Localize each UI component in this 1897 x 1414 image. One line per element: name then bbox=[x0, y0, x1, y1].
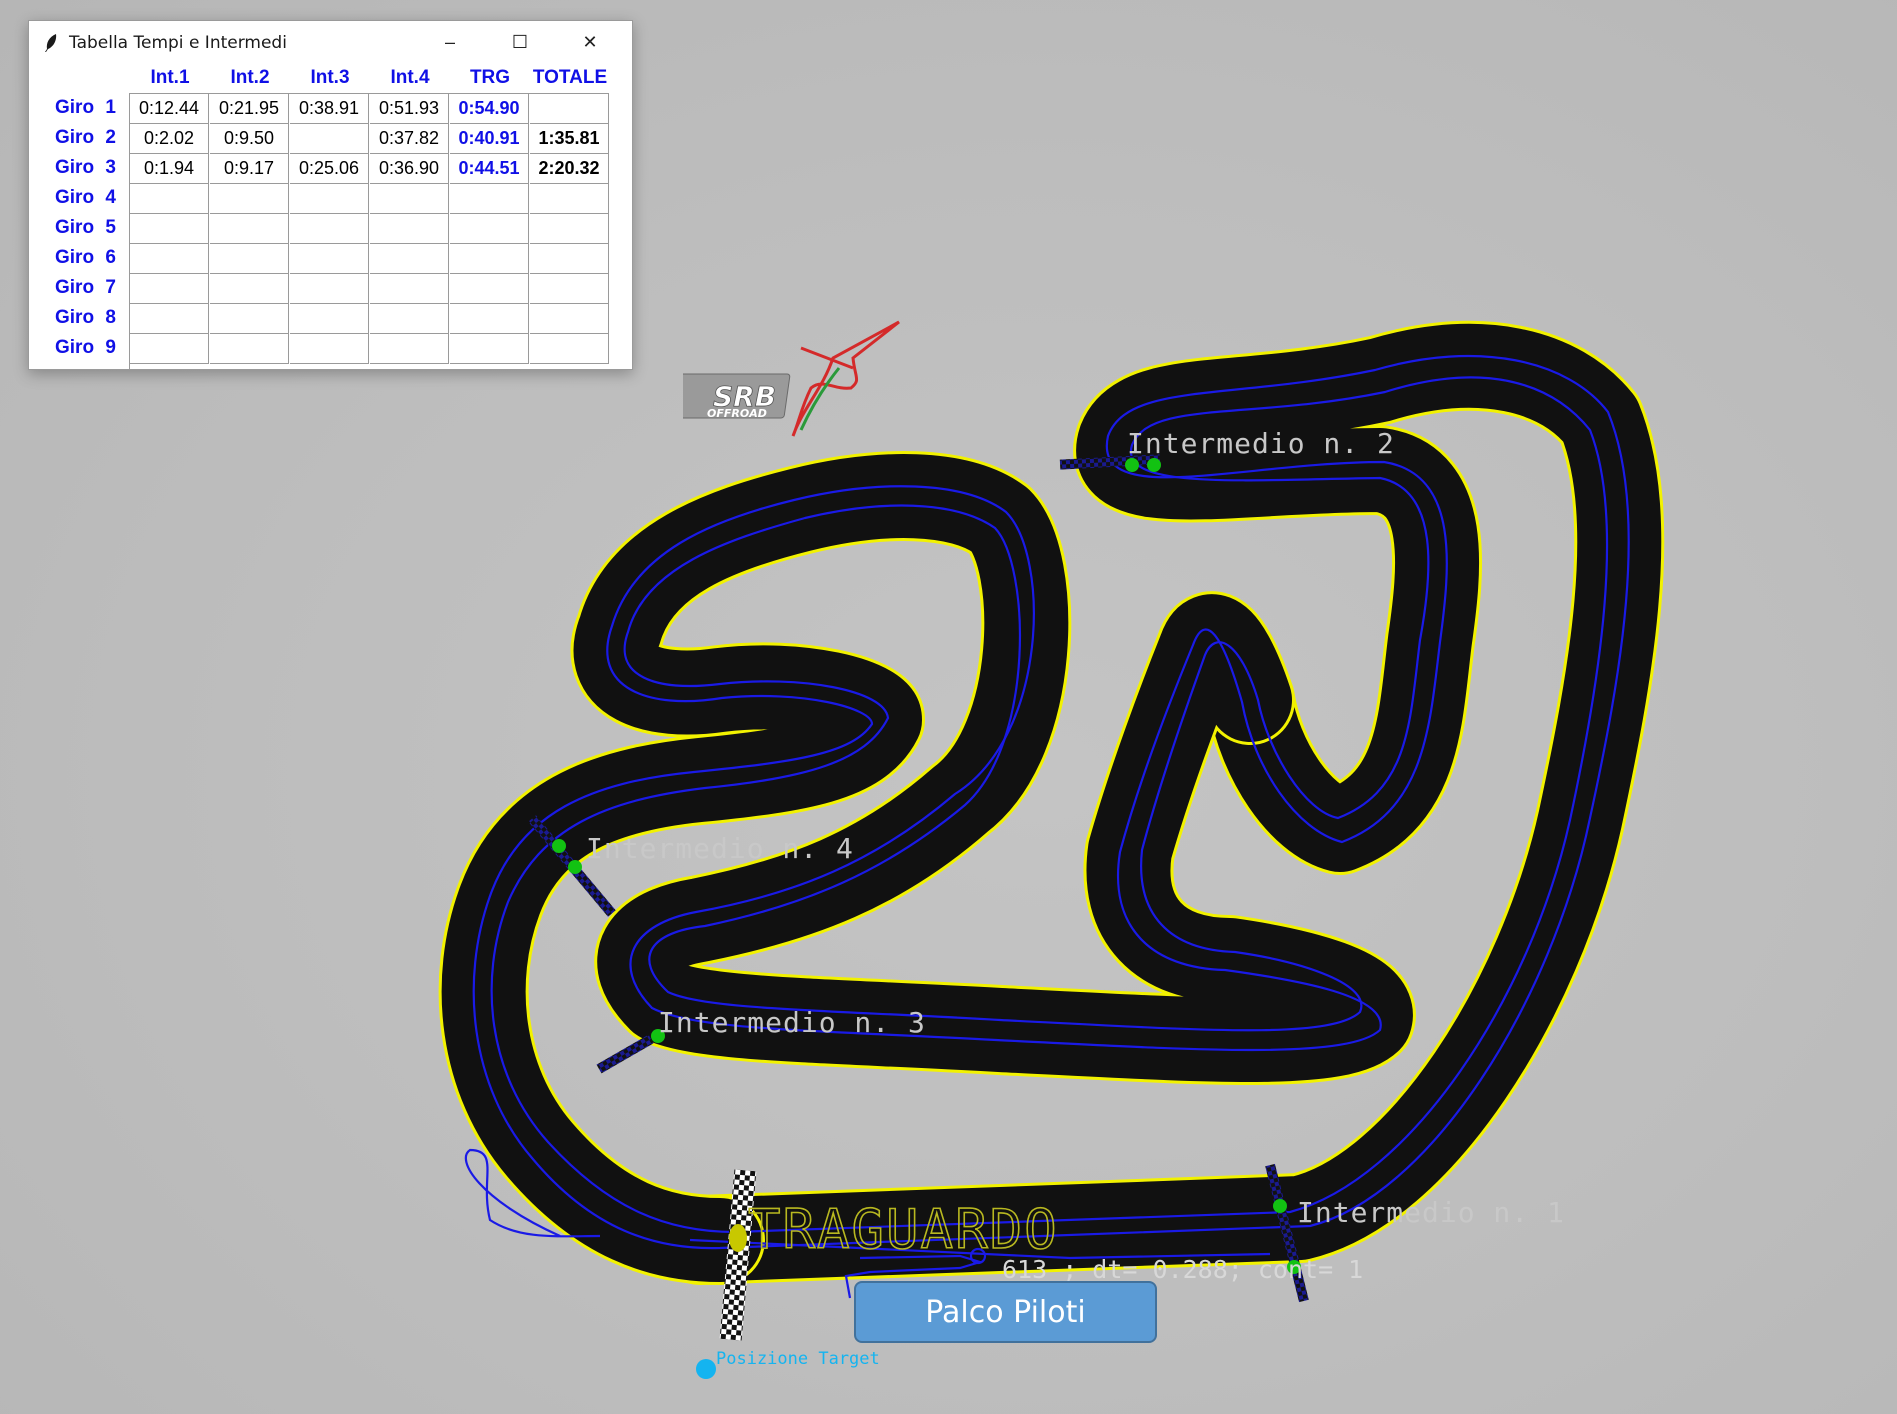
finish-line-marker bbox=[729, 1224, 747, 1252]
maximize-button[interactable]: ☐ bbox=[485, 21, 555, 63]
table-cell bbox=[450, 334, 529, 364]
minimize-button[interactable]: – bbox=[415, 21, 485, 63]
table-cell: 0:37.82 bbox=[370, 124, 449, 154]
table-cell bbox=[530, 244, 609, 274]
palco-piloti-label: Palco Piloti bbox=[925, 1294, 1086, 1330]
table-cell bbox=[130, 244, 209, 274]
table-cell bbox=[450, 214, 529, 244]
close-icon: ✕ bbox=[582, 31, 598, 52]
feather-icon bbox=[45, 34, 57, 52]
table-cell bbox=[450, 274, 529, 304]
track-inner bbox=[441, 454, 1413, 1282]
gate-int3 bbox=[596, 1034, 654, 1074]
table-cell bbox=[210, 184, 289, 214]
table-cell: 0:1.94 bbox=[130, 154, 209, 184]
label-target: Posizione Target bbox=[716, 1349, 880, 1369]
table-cell bbox=[450, 184, 529, 214]
table-cell: 0:51.93 bbox=[370, 94, 449, 124]
column-header: TOTALE bbox=[532, 67, 608, 88]
table-cell bbox=[210, 274, 289, 304]
table-cell: 0:2.02 bbox=[130, 124, 209, 154]
table-cell: 0:9.50 bbox=[210, 124, 289, 154]
table-cell bbox=[530, 94, 609, 124]
table-cell bbox=[530, 274, 609, 304]
table-cell: 2:20.32 bbox=[530, 154, 609, 184]
table-cell bbox=[210, 304, 289, 334]
table-cell bbox=[130, 184, 209, 214]
table-cell: 0:21.95 bbox=[210, 94, 289, 124]
palco-piloti-box: Palco Piloti bbox=[854, 1281, 1157, 1343]
table-cell bbox=[530, 304, 609, 334]
table-cell: 1:35.81 bbox=[530, 124, 609, 154]
table-cell bbox=[130, 304, 209, 334]
table-cell bbox=[530, 184, 609, 214]
table-cell bbox=[530, 214, 609, 244]
table-cell bbox=[450, 244, 529, 274]
srb-offroad-logo: SRB OFFROAD bbox=[683, 320, 900, 437]
table-cell bbox=[290, 274, 369, 304]
table-cell: 0:12.44 bbox=[130, 94, 209, 124]
times-table: Int.1 Int.2 Int.3 Int.4 TRG TOTALE Giro 1 0:12.… bbox=[29, 65, 632, 369]
column-header: Int.1 bbox=[150, 67, 190, 88]
column-header: Int.2 bbox=[230, 67, 270, 88]
table-cell bbox=[370, 334, 449, 364]
window-title: Tabella Tempi e Intermedi bbox=[69, 33, 287, 53]
table-cell bbox=[130, 274, 209, 304]
table-cell bbox=[290, 334, 369, 364]
column-header: Int.4 bbox=[390, 67, 430, 88]
times-window[interactable]: Tabella Tempi e Intermedi – ☐ ✕ Int.1 Int… bbox=[28, 20, 633, 370]
table-cell bbox=[530, 334, 609, 364]
table-cell bbox=[370, 214, 449, 244]
table-cell bbox=[130, 214, 209, 244]
table-cell bbox=[210, 214, 289, 244]
table-cell: 0:38.91 bbox=[290, 94, 369, 124]
column-header: Int.3 bbox=[310, 67, 350, 88]
table-cell bbox=[210, 334, 289, 364]
table-cell bbox=[370, 304, 449, 334]
maximize-icon: ☐ bbox=[511, 31, 529, 52]
table-cell: 0:54.90 bbox=[450, 94, 529, 124]
label-int1: Intermedio n. 1 bbox=[1297, 1196, 1565, 1229]
status-readout: 613 ; dt= 0.288; cont= 1 bbox=[1002, 1255, 1363, 1284]
table-cell: 0:36.90 bbox=[370, 154, 449, 184]
label-finish: TRAGUARDO bbox=[748, 1198, 1059, 1261]
target-position-dot bbox=[696, 1359, 716, 1379]
table-cell: 0:9.17 bbox=[210, 154, 289, 184]
table-cell bbox=[450, 304, 529, 334]
table-cell: 0:25.06 bbox=[290, 154, 369, 184]
table-cell bbox=[130, 334, 209, 364]
svg-text:OFFROAD: OFFROAD bbox=[707, 407, 767, 420]
table-cell bbox=[370, 244, 449, 274]
table-cell bbox=[210, 244, 289, 274]
table-cell bbox=[290, 124, 369, 154]
table-cell bbox=[370, 184, 449, 214]
window-titlebar[interactable]: Tabella Tempi e Intermedi – ☐ ✕ bbox=[29, 21, 632, 63]
table-cell: 0:44.51 bbox=[450, 154, 529, 184]
table-cell bbox=[290, 184, 369, 214]
table-cell: 0:40.91 bbox=[450, 124, 529, 154]
table-cell bbox=[290, 214, 369, 244]
label-int2: Intermedio n. 2 bbox=[1127, 427, 1395, 460]
close-button[interactable]: ✕ bbox=[555, 21, 625, 63]
column-header: TRG bbox=[469, 67, 511, 88]
table-cell bbox=[290, 244, 369, 274]
minimize-icon: – bbox=[444, 31, 455, 52]
label-int3: Intermedio n. 3 bbox=[658, 1006, 926, 1039]
table-cell bbox=[290, 304, 369, 334]
table-cell bbox=[370, 274, 449, 304]
label-int4: Intermedio n. 4 bbox=[586, 832, 854, 865]
